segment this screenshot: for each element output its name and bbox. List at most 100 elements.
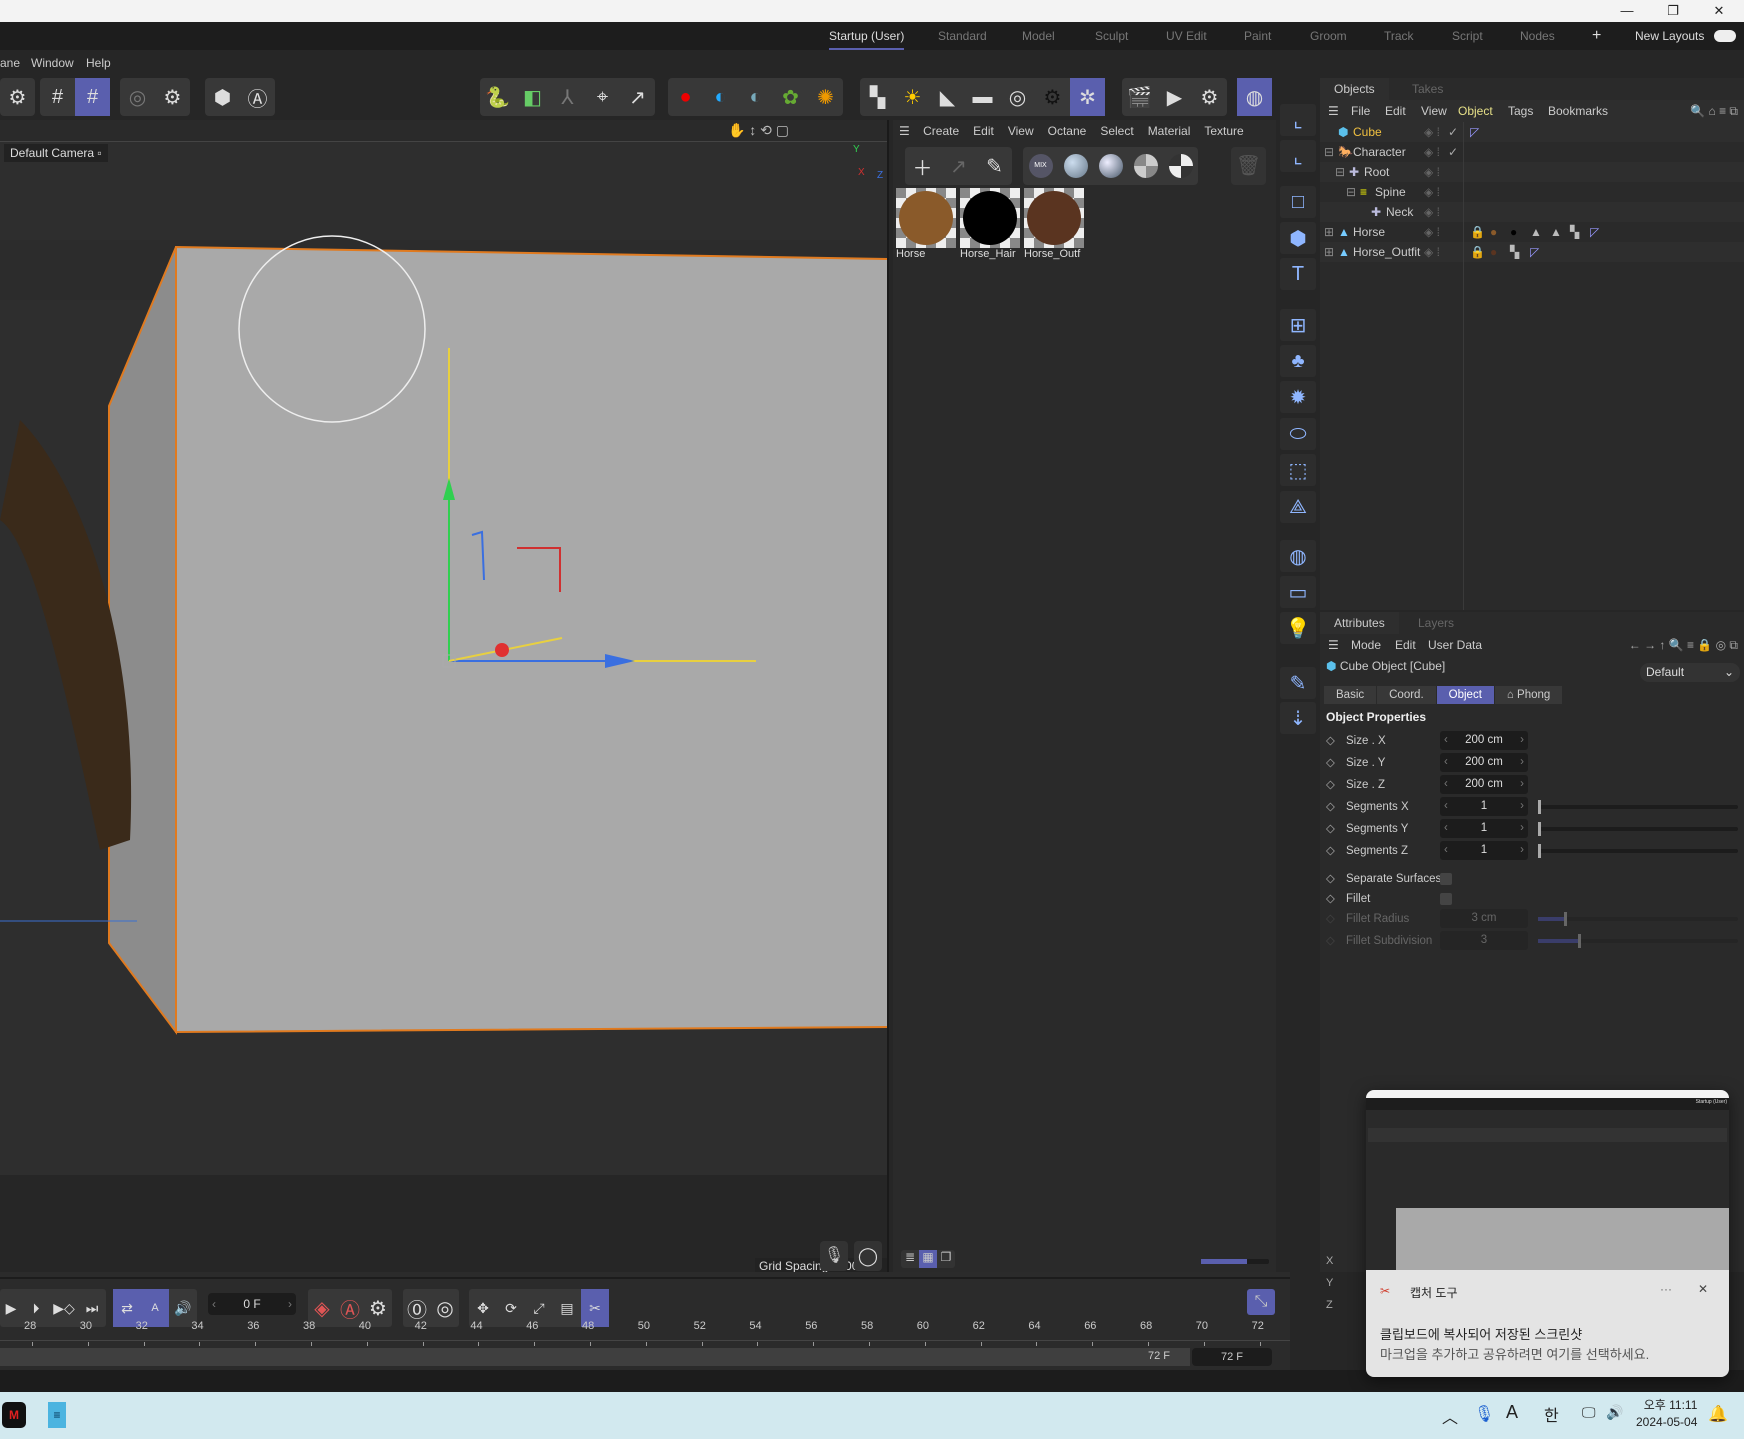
- phong-tag-icon[interactable]: ◸: [1590, 222, 1599, 242]
- objects-menu-item[interactable]: File: [1351, 100, 1370, 122]
- target-light-icon[interactable]: ◎: [1000, 78, 1035, 116]
- edit-icon[interactable]: ✎: [1280, 667, 1316, 699]
- object-row[interactable]: ⊞ ▲ Horse_Outfit ◈ ⁞ 🔒 ● ▚ ◸: [1320, 242, 1744, 262]
- value-field[interactable]: ‹ 200 cm ›: [1440, 731, 1528, 750]
- menu-user-data[interactable]: User Data: [1428, 634, 1482, 656]
- cube-icon[interactable]: ⬢: [1280, 222, 1316, 254]
- keyframe-diamond-icon[interactable]: ◇: [1326, 868, 1335, 890]
- chevron-up-icon[interactable]: ︿: [1442, 1404, 1458, 1428]
- scene-icon[interactable]: ⟁: [1280, 491, 1316, 523]
- large-view-icon[interactable]: ❐: [937, 1250, 955, 1268]
- radial-icon[interactable]: ◎: [120, 78, 155, 116]
- layout-tab[interactable]: Model: [1022, 22, 1055, 50]
- camera-icon[interactable]: ▭: [1280, 576, 1316, 608]
- value-field[interactable]: ‹ 200 cm ›: [1440, 775, 1528, 794]
- glossy-material-icon[interactable]: [1093, 147, 1128, 185]
- camera-red-icon[interactable]: ●: [668, 78, 703, 116]
- object-name[interactable]: Character: [1353, 142, 1406, 162]
- deformer-icon[interactable]: ✹: [1280, 381, 1316, 413]
- material-tag-hair-icon[interactable]: ●: [1510, 222, 1517, 242]
- axis-icon[interactable]: ⌞: [1280, 140, 1316, 172]
- grass-icon[interactable]: ✿: [773, 78, 808, 116]
- font-icon[interactable]: A: [1506, 1402, 1518, 1423]
- material-menu-item[interactable]: View: [1008, 124, 1034, 138]
- coord-icon[interactable]: ⌞: [1280, 104, 1316, 136]
- value-field[interactable]: ‹ 1 ›: [1440, 819, 1528, 838]
- layout-tab[interactable]: Groom: [1310, 22, 1347, 50]
- material-tag-outfit-icon[interactable]: ●: [1490, 242, 1497, 262]
- more-options-button[interactable]: ···: [1660, 1282, 1672, 1296]
- area-light-icon[interactable]: ▬: [965, 78, 1000, 116]
- layer-icon[interactable]: ◈ ⁞: [1424, 242, 1440, 262]
- layout-tab[interactable]: Nodes: [1520, 22, 1555, 50]
- checker-tag-icon[interactable]: ▚: [1570, 222, 1579, 242]
- import-icon[interactable]: ⇣: [1280, 702, 1316, 734]
- layout-tab[interactable]: Paint: [1244, 22, 1271, 50]
- value-field[interactable]: ‹ 200 cm ›: [1440, 753, 1528, 772]
- keyframe-diamond-icon[interactable]: ◇: [1326, 818, 1335, 840]
- current-frame-field[interactable]: ‹ 0 F ›: [208, 1293, 296, 1315]
- close-button[interactable]: ✕: [1696, 0, 1742, 22]
- checkbox[interactable]: [1440, 873, 1452, 885]
- keyframe-diamond-icon[interactable]: ◇: [1326, 796, 1335, 818]
- cloner-icon[interactable]: ♣: [1280, 345, 1316, 377]
- octane-icon[interactable]: ✲: [1070, 78, 1105, 116]
- object-name[interactable]: Spine: [1375, 182, 1406, 202]
- timeline-editor-icon[interactable]: ⤡: [1247, 1289, 1275, 1315]
- gear-icon[interactable]: ⚙: [0, 78, 35, 116]
- lock-tag-icon[interactable]: 🔒: [1470, 242, 1485, 262]
- volume-icon[interactable]: 🔊: [1606, 1404, 1623, 1421]
- attribute-subtab[interactable]: Object: [1436, 686, 1494, 704]
- layout-tab[interactable]: Standard: [938, 22, 987, 50]
- notification-bell-icon[interactable]: 🔔: [1708, 1404, 1728, 1424]
- grid-view-icon[interactable]: ▦: [919, 1250, 937, 1268]
- tab-takes[interactable]: Takes: [1398, 78, 1457, 100]
- layer-icon[interactable]: ◈ ⁞: [1424, 222, 1440, 242]
- menu-edit[interactable]: Edit: [1395, 634, 1416, 656]
- tab-objects[interactable]: Objects: [1320, 78, 1389, 100]
- cube-green-icon[interactable]: ◧: [515, 78, 550, 116]
- attribute-subtab[interactable]: Coord.: [1377, 686, 1436, 704]
- eyedropper-icon[interactable]: ✎: [977, 147, 1012, 185]
- material-menu-item[interactable]: Material: [1148, 124, 1191, 138]
- tab-attributes[interactable]: Attributes: [1320, 612, 1399, 634]
- text-icon[interactable]: T: [1280, 258, 1316, 290]
- gear-dark-icon[interactable]: ⚙: [1035, 78, 1070, 116]
- layer-icon[interactable]: ◈ ⁞: [1424, 182, 1440, 202]
- object-name[interactable]: Neck: [1386, 202, 1413, 222]
- hex-a-icon[interactable]: Ⓐ: [240, 78, 275, 116]
- hamburger-icon[interactable]: ☰: [1328, 634, 1339, 656]
- objects-menu-item[interactable]: Object: [1458, 100, 1493, 122]
- checker-icon[interactable]: ▚: [860, 78, 895, 116]
- material-menu-item[interactable]: Select: [1100, 124, 1133, 138]
- menu-item-window[interactable]: Window: [31, 50, 74, 76]
- universal-material-icon[interactable]: [1128, 147, 1163, 185]
- checkbox[interactable]: [1440, 893, 1452, 905]
- octane-logo-icon[interactable]: ◍: [1237, 78, 1272, 116]
- settings-circle-icon[interactable]: ⚙: [155, 78, 190, 116]
- add-icon[interactable]: ＋: [905, 147, 940, 185]
- keyframe-diamond-icon[interactable]: ◇: [1326, 888, 1335, 910]
- layout-tab[interactable]: Startup (User): [829, 22, 905, 50]
- tab-layers[interactable]: Layers: [1404, 612, 1468, 634]
- mix-material-icon[interactable]: MIX: [1023, 147, 1058, 185]
- sun-icon[interactable]: ☀: [895, 78, 930, 116]
- thumbnail-size-slider[interactable]: [1201, 1259, 1269, 1264]
- object-row[interactable]: ✚ Neck ◈ ⁞: [1320, 202, 1744, 222]
- grid-snap-icon[interactable]: #: [40, 78, 75, 116]
- material-tag-horse-icon[interactable]: ●: [1490, 222, 1497, 242]
- attributes-nav-icons[interactable]: ← → ↑ 🔍 ≡ 🔒 ◎ ⧉: [1629, 634, 1738, 656]
- grid-lock-icon[interactable]: #: [75, 78, 110, 116]
- object-name[interactable]: Horse: [1353, 222, 1385, 242]
- layout-tab[interactable]: UV Edit: [1166, 22, 1207, 50]
- material-thumbnail[interactable]: Horse_Hair: [960, 188, 1020, 260]
- list-view-icon[interactable]: ≣: [901, 1250, 919, 1268]
- spline-icon[interactable]: ⬚: [1280, 454, 1316, 486]
- range-bar[interactable]: 72 F: [0, 1348, 1190, 1366]
- end-frame-field[interactable]: 72 F: [1192, 1348, 1272, 1366]
- clock[interactable]: 오후 11:11 2024-05-04: [1636, 1397, 1697, 1431]
- timeline-ruler[interactable]: 28 30 32 34 36 38 40 42 44 46 48 50 52 54 56 58 60 62 64 66…: [0, 1320, 1290, 1350]
- expand-toggle[interactable]: ⊟: [1335, 162, 1345, 182]
- clapper-play-icon[interactable]: ▶: [1157, 78, 1192, 116]
- network-icon[interactable]: 🖵: [1582, 1404, 1596, 1421]
